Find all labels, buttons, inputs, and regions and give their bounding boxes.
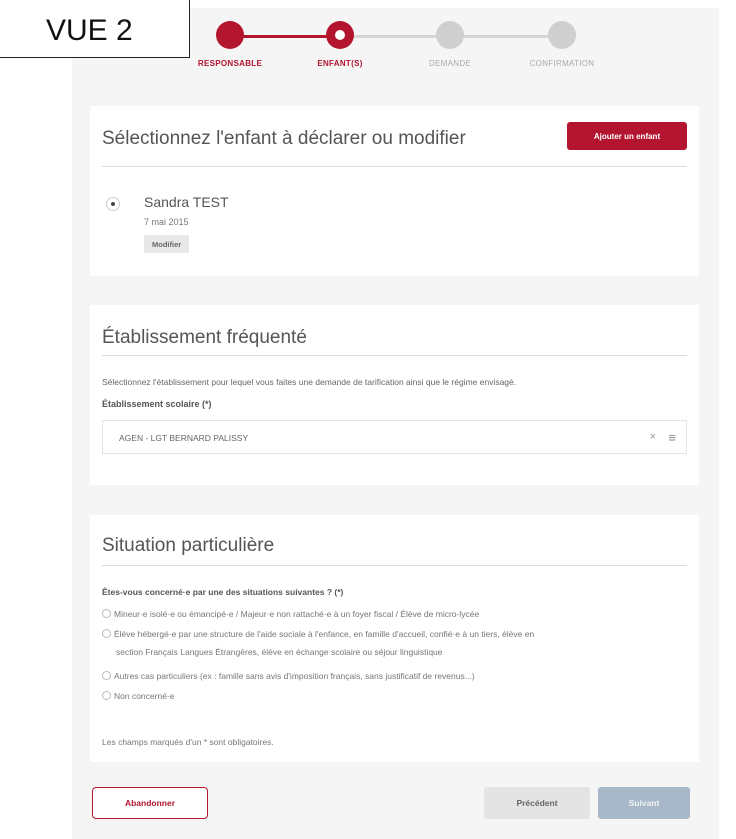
radio-button[interactable] <box>102 629 111 638</box>
clear-icon[interactable]: × <box>650 431 656 443</box>
radio-button[interactable] <box>102 691 111 700</box>
progress-stepper: RESPONSABLE ENFANT(S) DEMANDE CONFIRMATI… <box>170 20 630 80</box>
step-confirmation: CONFIRMATION <box>502 20 622 68</box>
option-label: Mineur·e isolé·e ou émancipé·e / Majeur·… <box>114 609 480 619</box>
school-card: Établissement fréquenté Sélectionnez l'é… <box>90 305 699 485</box>
add-child-button[interactable]: Ajouter un enfant <box>567 122 687 150</box>
mandatory-note: Les champs marqués d'un * sont obligatoi… <box>102 737 274 747</box>
step-current-dot-icon <box>326 21 354 49</box>
school-select-value: AGEN - LGT BERNARD PALISSY <box>119 433 249 443</box>
school-select[interactable]: AGEN - LGT BERNARD PALISSY × ≡ <box>102 420 687 454</box>
step-label: DEMANDE <box>428 59 472 68</box>
step-done-dot-icon <box>216 21 244 49</box>
child-name: Sandra TEST <box>144 194 229 210</box>
option-label: Élève hébergé·e par une structure de l'a… <box>114 629 535 639</box>
option-label-continued: section Français Langues Étrangères, élè… <box>116 647 443 657</box>
divider <box>102 166 687 167</box>
situation-card: Situation particulière Êtes-vous concern… <box>90 515 699 762</box>
step-todo-dot-icon <box>548 21 576 49</box>
situation-option[interactable]: Élève hébergé·e par une structure de l'a… <box>102 625 689 661</box>
situation-option[interactable]: Autres cas particuliers (ex : famille sa… <box>102 667 689 685</box>
school-description: Sélectionnez l'établissement pour lequel… <box>102 377 517 387</box>
step-label: ENFANT(S) <box>317 59 363 68</box>
step-label: CONFIRMATION <box>529 59 595 68</box>
step-demande: DEMANDE <box>390 20 510 68</box>
next-button[interactable]: Suivant <box>598 787 690 819</box>
step-enfants[interactable]: ENFANT(S) <box>280 20 400 68</box>
child-radio-selected[interactable] <box>106 197 120 211</box>
situation-option[interactable]: Mineur·e isolé·e ou émancipé·e / Majeur·… <box>102 605 689 623</box>
section-title: Situation particulière <box>102 535 275 556</box>
situation-option[interactable]: Non concerné·e <box>102 687 689 705</box>
abandon-button[interactable]: Abandonner <box>92 787 208 819</box>
child-birthdate: 7 mai 2015 <box>144 217 189 227</box>
school-field-label: Établissement scolaire (*) <box>102 399 212 409</box>
situation-question: Êtes-vous concerné·e par une des situati… <box>102 587 344 597</box>
divider <box>102 565 687 566</box>
previous-button[interactable]: Précédent <box>484 787 590 819</box>
radio-button[interactable] <box>102 671 111 680</box>
modify-child-button[interactable]: Modifier <box>144 235 190 253</box>
child-selection-card: Sélectionnez l'enfant à déclarer ou modi… <box>90 106 699 276</box>
section-title: Sélectionnez l'enfant à déclarer ou modi… <box>102 128 466 149</box>
option-label: Autres cas particuliers (ex : famille sa… <box>114 671 475 681</box>
view-label: VUE 2 <box>0 0 190 58</box>
divider <box>102 355 687 356</box>
menu-icon[interactable]: ≡ <box>668 431 676 444</box>
radio-button[interactable] <box>102 609 111 618</box>
step-label: RESPONSABLE <box>197 59 263 68</box>
option-label: Non concerné·e <box>114 691 175 701</box>
section-title: Établissement fréquenté <box>102 327 307 348</box>
step-todo-dot-icon <box>436 21 464 49</box>
